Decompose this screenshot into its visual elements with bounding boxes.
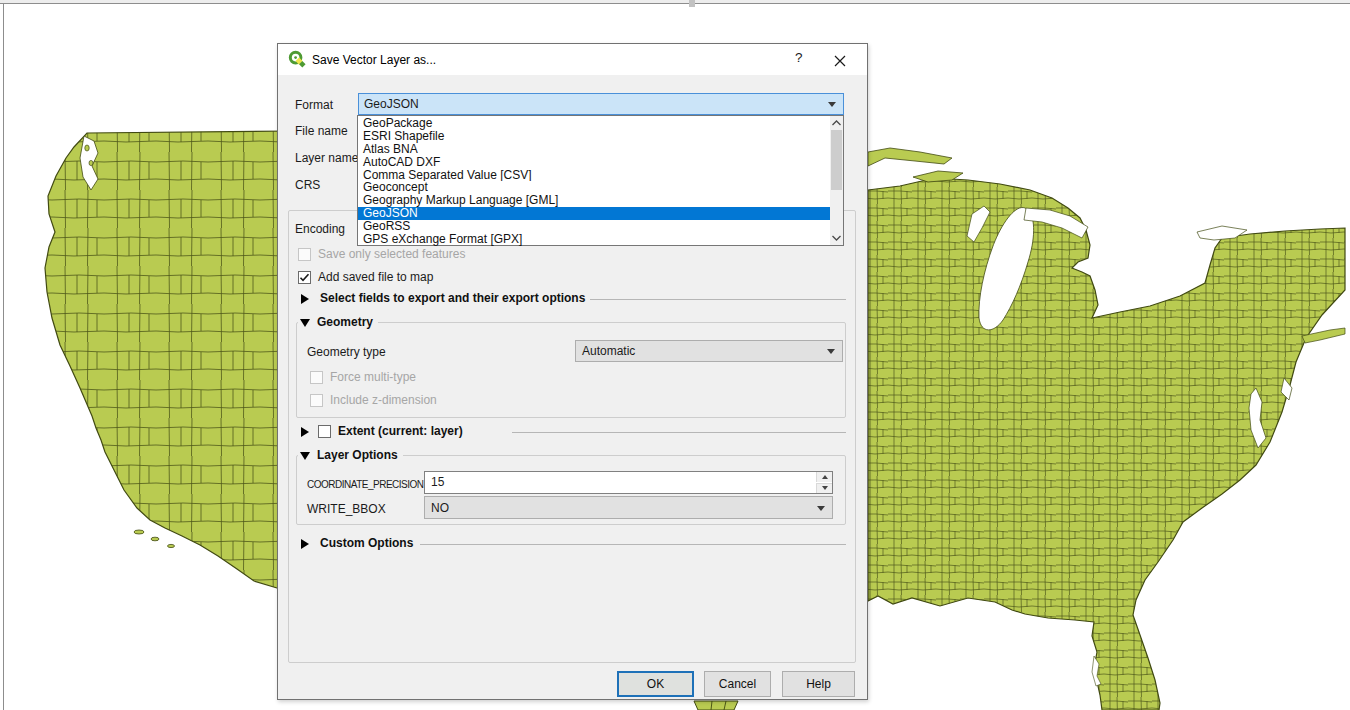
force-multi-type-checkbox[interactable] — [310, 371, 323, 384]
format-dropdown-list: GeoPackageESRI ShapefileAtlas BNAAutoCAD… — [358, 117, 830, 246]
format-option[interactable]: Atlas BNA — [358, 143, 830, 156]
cancel-button-label: Cancel — [719, 677, 756, 691]
select-fields-expand-icon[interactable] — [301, 294, 309, 304]
format-label: Format — [295, 98, 333, 112]
spin-up-button[interactable] — [816, 472, 832, 482]
scroll-thumb[interactable] — [831, 130, 842, 190]
coordinate-precision-spinbox[interactable]: 15 — [424, 471, 833, 494]
include-z-checkbox[interactable] — [310, 394, 323, 407]
format-option[interactable]: AutoCAD DXF — [358, 156, 830, 169]
add-saved-file-label: Add saved file to map — [318, 270, 433, 284]
extent-rule — [512, 432, 846, 433]
layer-name-label: Layer name — [295, 151, 358, 165]
geometry-type-caret-icon — [827, 349, 835, 354]
ok-button[interactable]: OK — [617, 671, 694, 697]
extent-checkbox[interactable] — [318, 425, 331, 438]
geometry-type-label: Geometry type — [307, 345, 386, 359]
format-option[interactable]: Geoconcept — [358, 181, 830, 194]
custom-options-header[interactable]: Custom Options — [320, 536, 413, 551]
dialog-title: Save Vector Layer as... — [312, 53, 436, 67]
write-bbox-combo[interactable]: NO — [424, 496, 833, 519]
geometry-header-label: Geometry — [317, 315, 373, 330]
format-option[interactable]: Geography Markup Language [GML] — [358, 194, 830, 207]
save-only-selected-checkbox[interactable] — [298, 248, 311, 261]
help-button-bottom[interactable]: Help — [782, 671, 855, 697]
qgis-logo-icon — [288, 50, 306, 68]
format-option[interactable]: GeoPackage — [358, 117, 830, 130]
close-icon — [834, 55, 846, 67]
include-z-label: Include z-dimension — [330, 393, 437, 407]
coordinate-precision-label: COORDINATE_PRECISION — [307, 478, 424, 492]
select-fields-header[interactable]: Select fields to export and their export… — [320, 291, 585, 306]
map-east — [868, 148, 1345, 710]
write-bbox-caret-icon — [817, 506, 825, 511]
ok-button-label: OK — [647, 677, 664, 691]
save-only-selected-label: Save only selected features — [318, 247, 465, 261]
layer-options-collapse-icon — [300, 452, 310, 460]
format-combo-caret-icon — [828, 102, 836, 107]
coordinate-precision-value: 15 — [431, 475, 444, 489]
layer-options-header-label: Layer Options — [317, 448, 398, 463]
dropdown-scrollbar[interactable] — [830, 116, 843, 245]
format-dropdown-popup: GeoPackageESRI ShapefileAtlas BNAAutoCAD… — [357, 115, 844, 246]
format-combo-value: GeoJSON — [364, 97, 419, 111]
format-combo[interactable]: GeoJSON — [358, 93, 844, 115]
help-button[interactable]: ? — [795, 51, 803, 65]
map-bottom-piece — [694, 701, 738, 710]
write-bbox-label: WRITE_BBOX — [307, 502, 386, 516]
scroll-up-icon[interactable] — [832, 120, 841, 126]
format-option[interactable]: Comma Separated Value [CSV] — [358, 169, 830, 182]
format-option[interactable]: GeoRSS — [358, 220, 830, 233]
format-option[interactable]: GeoJSON — [358, 207, 830, 220]
cancel-button[interactable]: Cancel — [704, 671, 771, 697]
east-county-grid — [868, 178, 1345, 710]
add-saved-file-checkbox[interactable] — [298, 271, 311, 284]
geometry-type-combo[interactable]: Automatic — [575, 340, 843, 362]
write-bbox-value: NO — [425, 501, 449, 515]
qgis-screen: Save Vector Layer as... ? Format GeoJSON… — [0, 0, 1350, 710]
save-vector-layer-dialog: Save Vector Layer as... ? Format GeoJSON… — [277, 43, 868, 700]
geometry-type-value: Automatic — [576, 344, 635, 358]
encoding-label: Encoding — [295, 222, 345, 236]
crs-label: CRS — [295, 178, 320, 192]
custom-options-expand-icon[interactable] — [301, 539, 309, 549]
checkmark-icon — [299, 272, 310, 283]
file-name-label: File name — [295, 124, 348, 138]
extent-expand-icon[interactable] — [301, 427, 309, 437]
layer-options-header[interactable]: Layer Options — [298, 448, 403, 463]
select-fields-rule — [590, 299, 846, 300]
force-multi-type-label: Force multi-type — [330, 370, 416, 384]
extent-header[interactable]: Extent (current: layer) — [338, 424, 463, 439]
spin-down-icon — [822, 486, 828, 490]
geometry-collapse-icon — [300, 319, 310, 327]
spin-up-icon — [822, 475, 828, 479]
format-option[interactable]: ESRI Shapefile — [358, 130, 830, 143]
scroll-down-icon[interactable] — [832, 235, 841, 241]
close-button[interactable] — [834, 53, 846, 65]
spin-down-button[interactable] — [816, 483, 832, 493]
minnesota-shore-strip — [868, 148, 952, 166]
geometry-header[interactable]: Geometry — [298, 315, 378, 330]
format-option[interactable]: GPS eXchange Format [GPX] — [358, 233, 830, 246]
custom-options-rule — [420, 544, 846, 545]
help-button-label: Help — [806, 677, 831, 691]
